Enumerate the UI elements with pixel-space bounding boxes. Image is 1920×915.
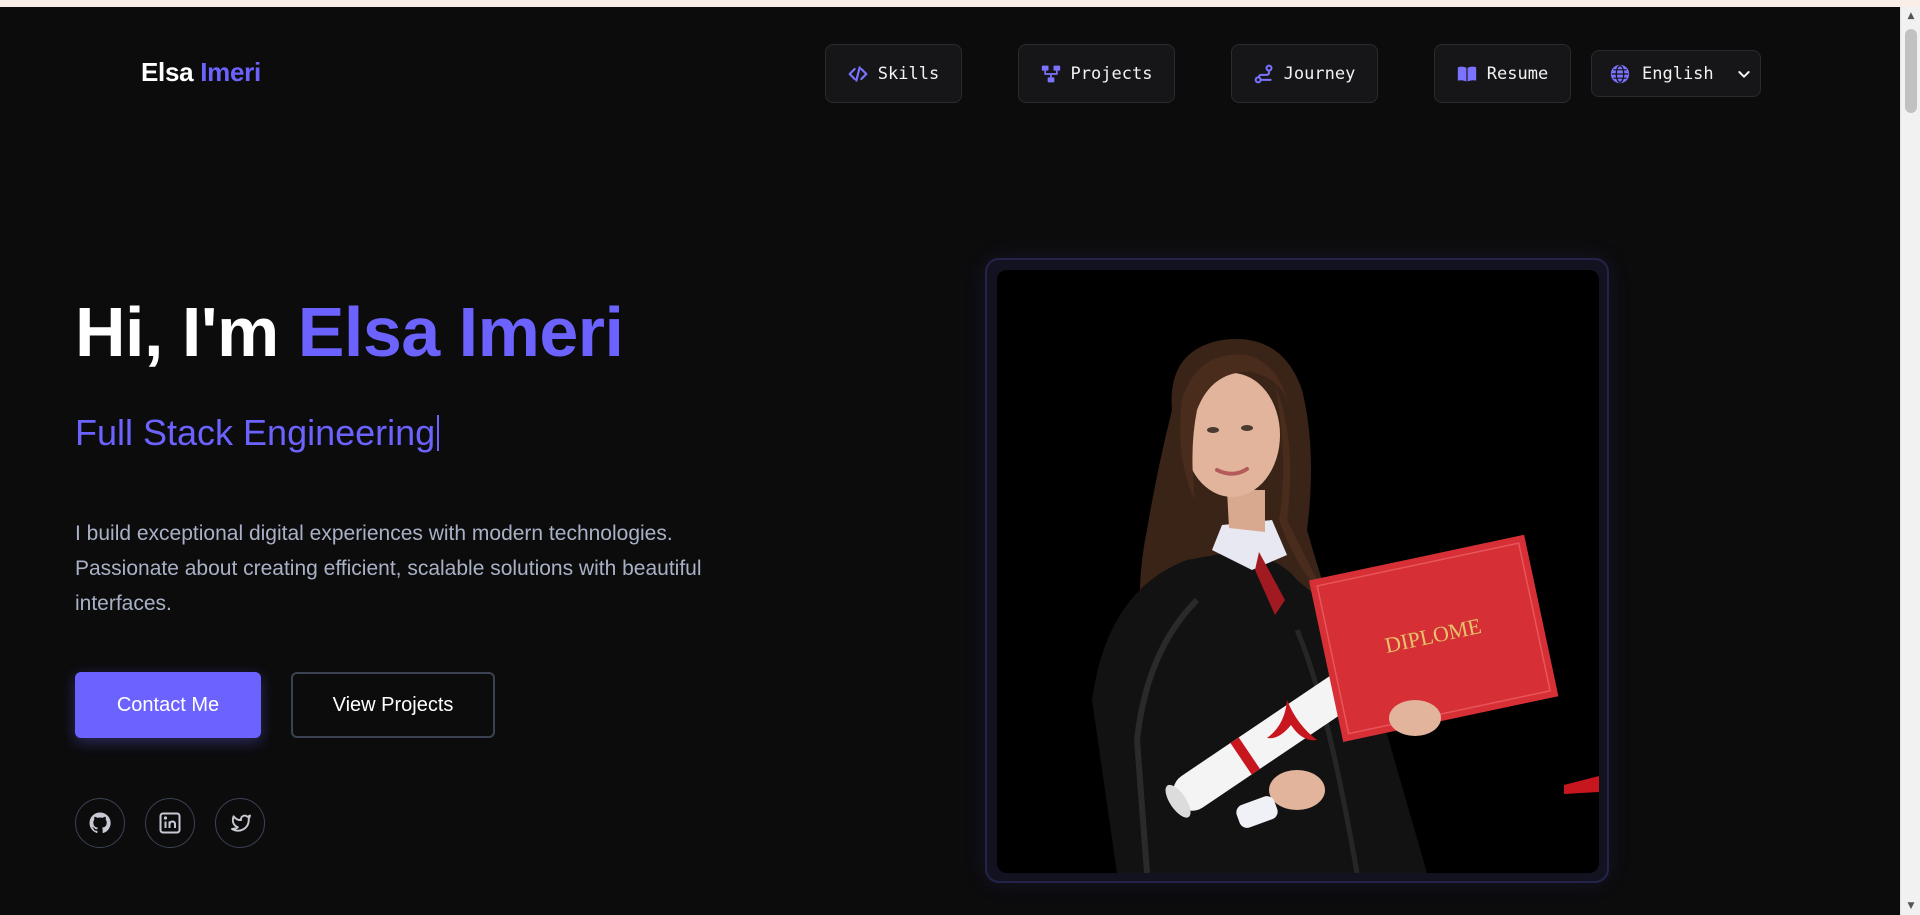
hero-name: Elsa Imeri [297,293,624,371]
language-selector[interactable]: English [1591,50,1761,97]
book-icon [1457,66,1476,81]
browser-top-edge [0,0,1920,7]
logo-first-name: Elsa [141,57,194,87]
profile-photo: DIPLOME [997,270,1599,873]
route-icon [1254,64,1273,83]
nav-journey-button[interactable]: Journey [1231,44,1378,103]
linkedin-link[interactable] [145,798,195,848]
scrollbar-thumb[interactable] [1905,29,1917,113]
code-icon [848,65,868,82]
language-label: English [1642,63,1714,84]
chevron-down-icon [1737,70,1750,78]
nav-resume-button[interactable]: Resume [1434,44,1571,103]
twitter-link[interactable] [215,798,265,848]
linkedin-icon [159,812,181,834]
hierarchy-icon [1041,65,1060,82]
github-icon [89,812,111,834]
nav-projects-button[interactable]: Projects [1018,44,1175,103]
scroll-up-arrow-icon[interactable]: ▲ [1901,7,1920,25]
globe-icon [1610,64,1630,83]
hero-role: Full Stack Engineering [75,412,440,454]
github-link[interactable] [75,798,125,848]
hero-greeting: Hi, I'm [75,293,279,371]
hero-bio: I build exceptional digital experiences … [75,522,702,615]
nav-journey-label: Journey [1283,63,1356,84]
view-projects-button[interactable]: View Projects [291,672,495,738]
hero-role-text: Full Stack Engineering [75,412,436,453]
site-logo[interactable]: Elsa Imeri [141,57,261,88]
hero-heading: Hi, I'm Elsa Imeri [75,292,624,372]
nav-projects-label: Projects [1070,63,1153,84]
contact-me-button[interactable]: Contact Me [75,672,261,738]
logo-last-name: Imeri [200,57,261,87]
nav-skills-button[interactable]: Skills [825,44,962,103]
nav-skills-label: Skills [877,63,940,84]
vertical-scrollbar[interactable]: ▲ ▼ [1900,7,1920,915]
twitter-icon [231,814,251,832]
typing-cursor [437,415,440,451]
graduation-portrait-illustration: DIPLOME [997,270,1599,873]
nav-resume-label: Resume [1486,63,1549,84]
profile-photo-frame: DIPLOME [985,258,1609,883]
scroll-down-arrow-icon[interactable]: ▼ [1901,897,1920,915]
